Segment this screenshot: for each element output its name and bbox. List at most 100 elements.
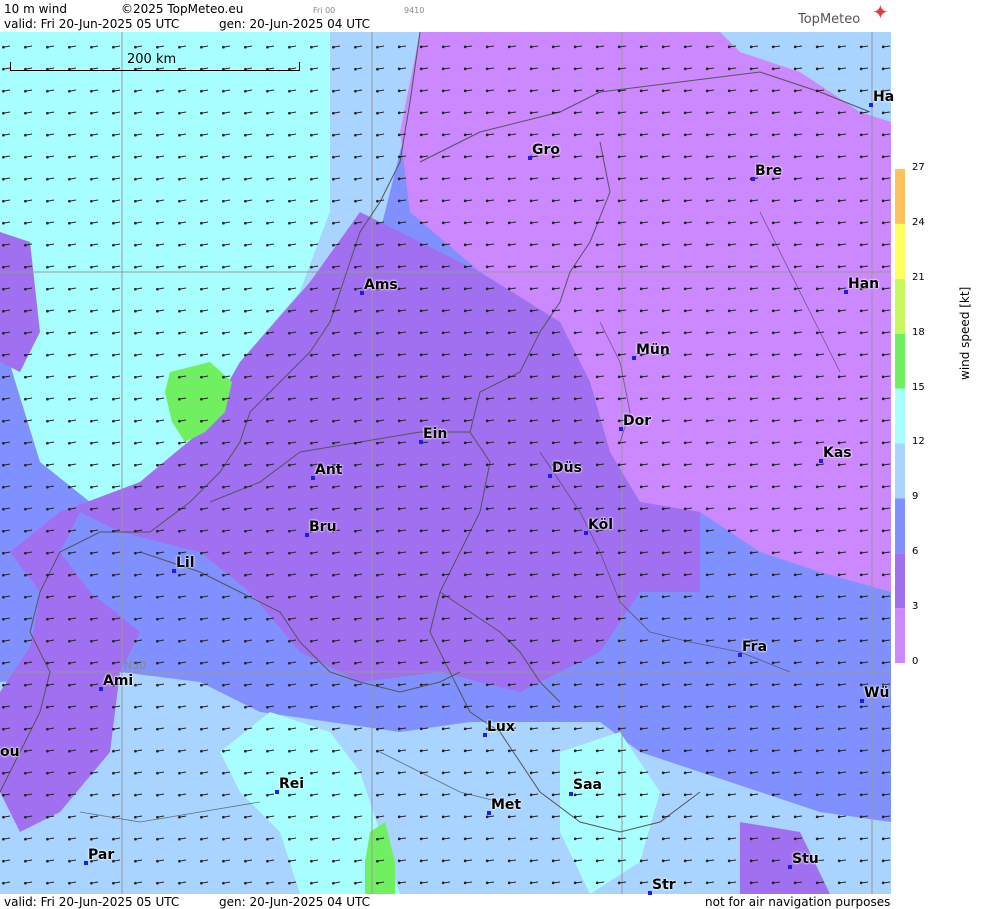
wind-arrow-head [639, 45, 643, 49]
wind-arrow-head [727, 639, 731, 643]
wind-arrow-head [310, 177, 313, 181]
wind-arrow-head [683, 661, 687, 665]
wind-arrow-head [727, 265, 731, 269]
wind-arrow-head [441, 419, 445, 423]
wind-arrow-head [859, 529, 863, 533]
wind-arrow-head [573, 309, 577, 313]
wind-arrow-head [749, 485, 753, 489]
city-label-ams: Ams [364, 277, 398, 293]
wind-arrow-head [771, 111, 775, 115]
wind-arrow-head [661, 529, 665, 533]
wind-arrow-head [595, 45, 599, 49]
wind-arrow-head [815, 683, 819, 687]
wind-arrow-head [310, 463, 313, 467]
wind-arrow-head [156, 375, 159, 379]
wind-arrow-head [573, 881, 577, 885]
wind-arrow-head [727, 309, 731, 313]
wind-arrow-head [727, 617, 731, 621]
wind-arrow-head [266, 793, 269, 797]
wind-arrow-head [837, 859, 841, 863]
wind-arrow-head [2, 89, 5, 93]
wind-arrow-head [441, 881, 445, 885]
wind-arrow-head [200, 397, 203, 401]
wind-arrow-head [749, 683, 753, 687]
wind-arrow-head [837, 45, 841, 49]
wind-arrow-head [573, 793, 577, 797]
wind-arrow-head [266, 375, 269, 379]
wind-arrow-head [683, 331, 687, 335]
wind-arrow-head [90, 177, 93, 181]
wind-arrow-head [419, 155, 423, 159]
wind-arrow-head [288, 287, 291, 291]
wind-arrow-head [595, 793, 599, 797]
wind-arrow-head [178, 199, 181, 203]
wind-arrow-head [595, 397, 599, 401]
wind-arrow-head [573, 331, 577, 335]
wind-arrow-head [46, 727, 49, 731]
wind-arrow-head [573, 111, 577, 115]
wind-arrow-head [419, 111, 423, 115]
wind-arrow-head [859, 45, 863, 49]
wind-arrow-head [859, 353, 863, 357]
wind-arrow-head [837, 265, 841, 269]
wind-arrow-head [639, 749, 643, 753]
wind-arrow-head [2, 309, 5, 313]
wind-arrow-head [24, 859, 27, 863]
wind-arrow-head [793, 397, 797, 401]
wind-arrow-head [24, 793, 27, 797]
wind-arrow-head [507, 419, 511, 423]
wind-arrow-head [837, 661, 841, 665]
wind-arrow-head [661, 397, 665, 401]
wind-arrow-head [529, 221, 533, 225]
wind-arrow-head [244, 199, 247, 203]
wind-arrow-head [881, 265, 885, 269]
wind-arrow-head [639, 815, 643, 819]
wind-arrow-head [463, 243, 467, 247]
wind-arrow-head [617, 45, 621, 49]
wind-arrow-head [463, 749, 467, 753]
wind-arrow-head [134, 815, 137, 819]
wind-arrow-head [617, 353, 621, 357]
wind-arrow-head [771, 309, 775, 313]
wind-arrow-head [573, 837, 577, 841]
wind-arrow-head [68, 287, 71, 291]
wind-arrow-head [595, 595, 599, 599]
wind-arrow-head [507, 507, 511, 511]
wind-arrow-head [837, 67, 841, 71]
wind-arrow-head [2, 133, 5, 137]
wind-arrow-head [46, 573, 49, 577]
wind-arrow-head [881, 353, 885, 357]
wind-arrow-head [2, 683, 5, 687]
wind-arrow-head [288, 331, 291, 335]
wind-arrow-head [771, 507, 775, 511]
wind-arrow-head [529, 529, 533, 533]
wind-arrow-head [683, 419, 687, 423]
wind-arrow-head [112, 243, 115, 247]
wind-arrow-head [441, 727, 445, 731]
wind-arrow-head [595, 331, 599, 335]
wind-arrow-head [859, 89, 863, 93]
wind-arrow-head [68, 331, 71, 335]
wind-arrow-head [573, 441, 577, 445]
wind-arrow-head [266, 353, 269, 357]
wind-arrow-head [683, 265, 687, 269]
wind-arrow-head [793, 89, 797, 93]
wind-arrow-head [705, 617, 709, 621]
wind-arrow-head [419, 397, 423, 401]
wind-arrow-head [222, 727, 225, 731]
city-label-ou: ou [0, 744, 20, 760]
wind-arrow-head [705, 221, 709, 225]
wind-speed-colorbar [895, 169, 905, 663]
city-label-par: Par [88, 847, 115, 863]
wind-arrow-head [551, 683, 555, 687]
wind-arrow-head [2, 199, 5, 203]
city-label-gro: Gro [532, 142, 561, 158]
wind-arrow-head [178, 705, 181, 709]
latitude-label: N50 [124, 659, 147, 672]
wind-arrow-head [134, 89, 137, 93]
wind-arrow-head [90, 309, 93, 313]
wind-arrow-head [485, 177, 489, 181]
wind-arrow-head [551, 331, 555, 335]
wind-arrow-head [661, 705, 665, 709]
wind-arrow-head [815, 815, 819, 819]
